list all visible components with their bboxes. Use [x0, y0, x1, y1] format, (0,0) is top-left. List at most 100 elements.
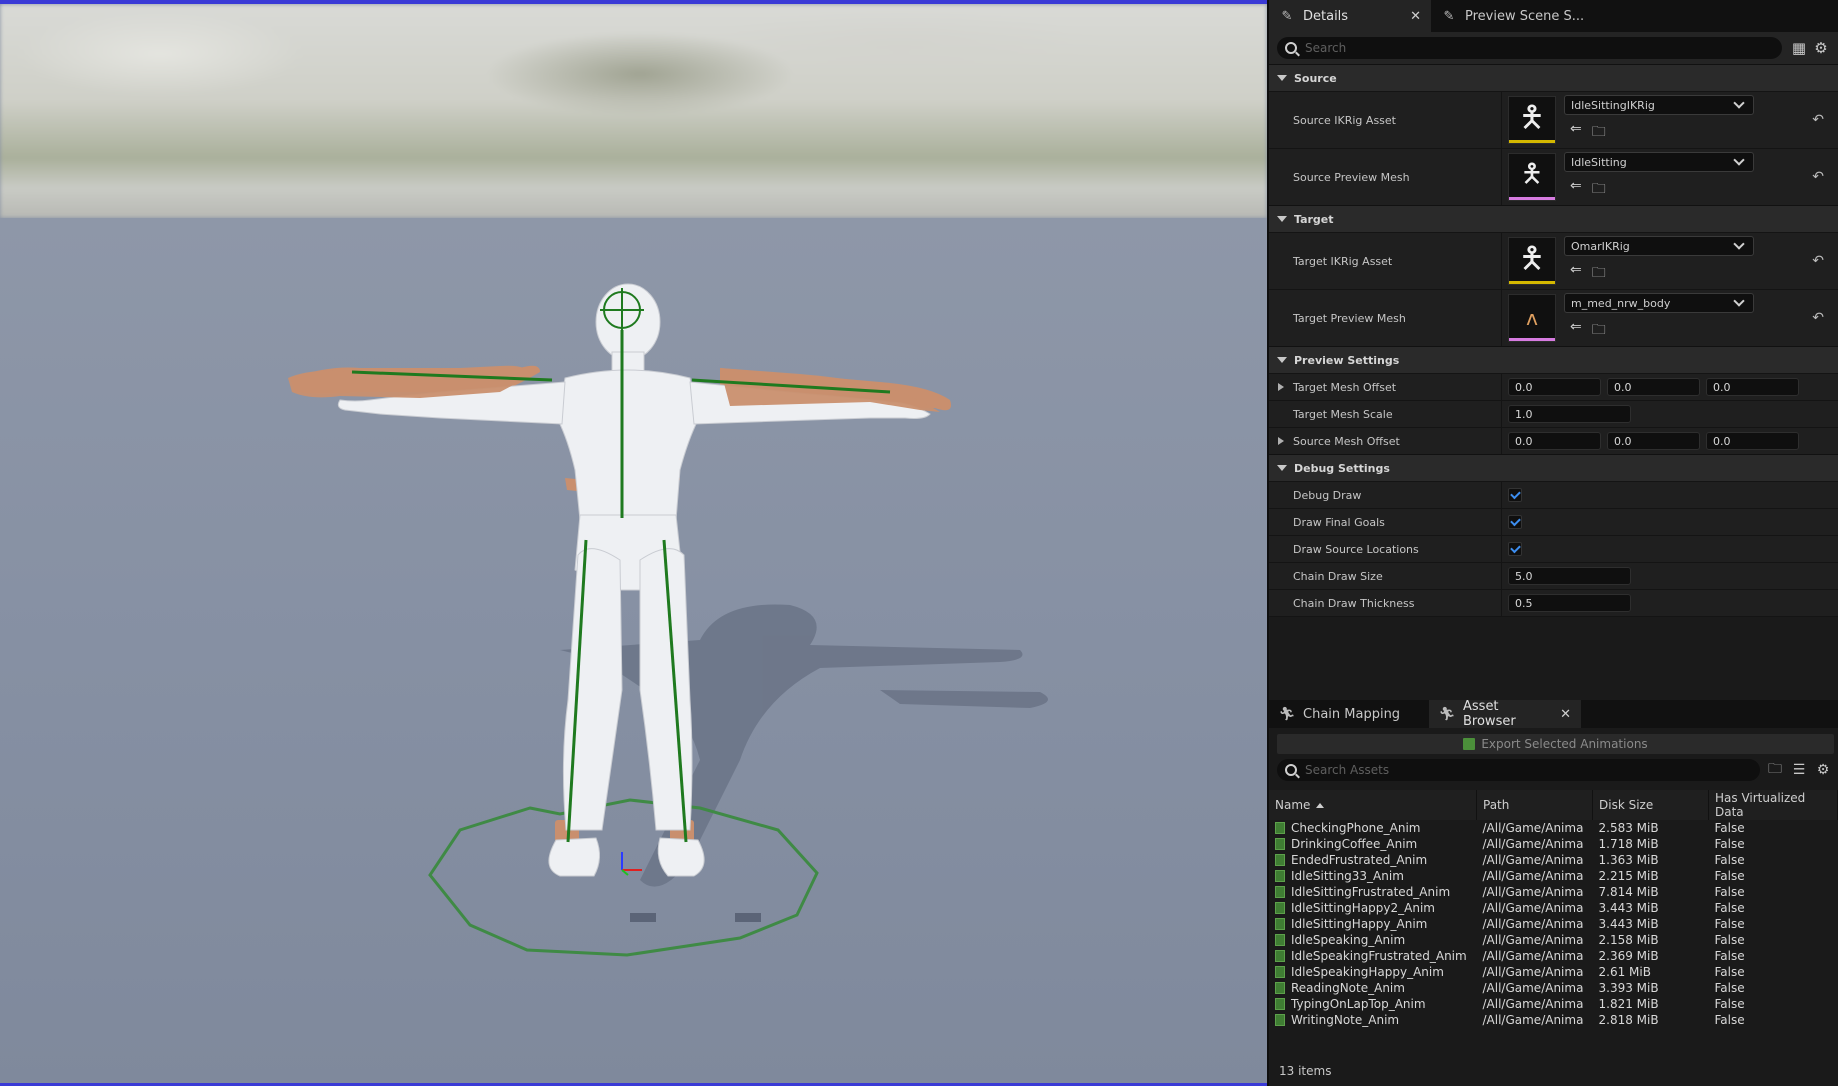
ikrig-thumbnail[interactable]: 🯅 — [1508, 237, 1556, 285]
asset-row[interactable]: IdleSittingHappy_Anim/All/Game/Anima 3.44… — [1269, 916, 1838, 932]
property-label-cell: Source Mesh Offset — [1269, 428, 1502, 454]
asset-row[interactable]: CheckingPhone_Anim/All/Game/Anima 2.583 M… — [1269, 820, 1838, 836]
property-label: Target Mesh Scale — [1269, 401, 1502, 427]
debug-draw-checkbox[interactable] — [1508, 488, 1522, 502]
asset-virtualized: False — [1714, 965, 1745, 979]
chevron-down-icon — [1733, 238, 1745, 250]
reset-to-default-icon[interactable]: ↶ — [1812, 112, 1824, 128]
scale-field[interactable]: 1.0 — [1508, 405, 1631, 423]
gear-icon[interactable]: ⚙ — [1812, 39, 1830, 57]
use-selected-icon[interactable]: ⇐ — [1570, 121, 1582, 145]
offset-y-field[interactable]: 0.0 — [1607, 432, 1700, 450]
browse-asset-icon[interactable]: 🗀 — [1592, 178, 1606, 202]
asset-row[interactable]: WritingNote_Anim/All/Game/Anima 2.818 MiB… — [1269, 1012, 1838, 1028]
offset-y-field[interactable]: 0.0 — [1607, 378, 1700, 396]
tab-chain-mapping[interactable]: 🏃︎ Chain Mapping — [1269, 700, 1429, 728]
section-target[interactable]: Target — [1269, 205, 1838, 232]
ikrig-thumbnail[interactable]: 🯅 — [1508, 96, 1556, 144]
asset-name: IdleSitting33_Anim — [1291, 869, 1404, 883]
offset-x-field[interactable]: 0.0 — [1508, 378, 1601, 396]
origin-axis-gizmo — [621, 852, 642, 876]
asset-virtualized: False — [1714, 821, 1745, 835]
chain-draw-thickness-field[interactable]: 0.5 — [1508, 594, 1631, 612]
animation-sequence-icon — [1275, 950, 1285, 962]
mesh-thumbnail[interactable]: ʌ — [1508, 294, 1556, 342]
mesh-thumbnail[interactable]: 🯅 — [1508, 153, 1556, 201]
browse-asset-icon[interactable]: 🗀 — [1592, 319, 1606, 343]
combo-value: IdleSitting — [1571, 155, 1627, 169]
section-preview-settings[interactable]: Preview Settings — [1269, 346, 1838, 373]
column-header-name[interactable]: Name — [1269, 790, 1477, 820]
asset-disk-size: 7.814 MiB — [1598, 885, 1659, 899]
offset-x-field[interactable]: 0.0 — [1508, 432, 1601, 450]
asset-path: /All/Game/Anima — [1482, 853, 1584, 867]
ikrig-figure-icon: 🯅 — [1518, 240, 1546, 276]
use-selected-icon[interactable]: ⇐ — [1570, 178, 1582, 202]
asset-row[interactable]: IdleSpeakingHappy_Anim/All/Game/Anima 2.6… — [1269, 964, 1838, 980]
asset-type-bar — [1509, 281, 1555, 284]
details-search-box[interactable] — [1277, 37, 1782, 59]
offset-z-field[interactable]: 0.0 — [1706, 432, 1799, 450]
table-view-icon[interactable]: ▦ — [1790, 39, 1808, 57]
close-icon[interactable]: ✕ — [1550, 707, 1571, 722]
asset-browser-tab-bar: 🏃︎ Chain Mapping 🏃︎ Asset Browser ✕ — [1269, 699, 1838, 729]
expand-arrow-icon[interactable] — [1278, 437, 1284, 445]
asset-path: /All/Game/Anima — [1482, 837, 1584, 851]
expand-arrow-icon[interactable] — [1278, 383, 1284, 391]
tab-asset-browser[interactable]: 🏃︎ Asset Browser ✕ — [1429, 699, 1581, 729]
asset-path: /All/Game/Anima — [1482, 917, 1584, 931]
animation-sequence-icon — [1275, 822, 1285, 834]
browse-asset-icon[interactable]: 🗀 — [1592, 262, 1606, 286]
property-label: Draw Source Locations — [1269, 536, 1502, 562]
right-panel: ✎ Details ✕ ✎ Preview Scene S... ▦ ⚙ Sou… — [1267, 0, 1838, 1086]
target-ikrig-combo[interactable]: OmarIKRig — [1564, 236, 1754, 256]
asset-search-row: 🗀 ☰ ⚙ — [1269, 754, 1838, 786]
asset-row[interactable]: IdleSpeakingFrustrated_Anim/All/Game/Ani… — [1269, 948, 1838, 964]
close-icon[interactable]: ✕ — [1400, 9, 1421, 24]
button-label: Export Selected Animations — [1481, 737, 1648, 751]
use-selected-icon[interactable]: ⇐ — [1570, 262, 1582, 286]
asset-search-input[interactable] — [1303, 762, 1760, 778]
collapse-arrow-icon — [1277, 75, 1287, 81]
offset-z-field[interactable]: 0.0 — [1706, 378, 1799, 396]
reset-to-default-icon[interactable]: ↶ — [1812, 169, 1824, 185]
gear-icon[interactable]: ⚙ — [1814, 761, 1832, 779]
filter-icon[interactable]: ☰ — [1790, 761, 1808, 779]
draw-final-goals-checkbox[interactable] — [1508, 515, 1522, 529]
property-label-cell: Target Mesh Offset — [1269, 374, 1502, 400]
reset-to-default-icon[interactable]: ↶ — [1812, 253, 1824, 269]
preview-viewport[interactable] — [0, 0, 1267, 1086]
asset-row[interactable]: DrinkingCoffee_Anim/All/Game/Anima 1.718 … — [1269, 836, 1838, 852]
source-mesh-combo[interactable]: IdleSitting — [1564, 152, 1754, 172]
target-mesh-combo[interactable]: m_med_nrw_body — [1564, 293, 1754, 313]
export-selected-animations-button[interactable]: Export Selected Animations — [1277, 734, 1834, 754]
asset-row[interactable]: TypingOnLapTop_Anim/All/Game/Anima 1.821 … — [1269, 996, 1838, 1012]
tab-details[interactable]: ✎ Details ✕ — [1269, 0, 1431, 32]
column-header-has-virtualized-data[interactable]: Has Virtualized Data — [1708, 790, 1838, 820]
tab-preview-scene-settings[interactable]: ✎ Preview Scene S... — [1431, 0, 1601, 32]
asset-row[interactable]: ReadingNote_Anim/All/Game/Anima 3.393 MiB… — [1269, 980, 1838, 996]
section-source[interactable]: Source — [1269, 64, 1838, 91]
browse-asset-icon[interactable]: 🗀 — [1592, 121, 1606, 145]
asset-row[interactable]: IdleSpeaking_Anim/All/Game/Anima 2.158 Mi… — [1269, 932, 1838, 948]
column-header-disk-size[interactable]: Disk Size — [1592, 790, 1709, 820]
chain-draw-size-field[interactable]: 5.0 — [1508, 567, 1631, 585]
asset-disk-size: 2.61 MiB — [1598, 965, 1651, 979]
folder-icon[interactable]: 🗀 — [1766, 761, 1784, 779]
asset-virtualized: False — [1714, 949, 1745, 963]
column-header-path[interactable]: Path — [1476, 790, 1593, 820]
details-search-input[interactable] — [1303, 40, 1782, 56]
asset-row[interactable]: IdleSittingHappy2_Anim/All/Game/Anima 3.4… — [1269, 900, 1838, 916]
animation-sequence-icon — [1275, 966, 1285, 978]
asset-row[interactable]: EndedFrustrated_Anim/All/Game/Anima 1.363… — [1269, 852, 1838, 868]
source-ikrig-combo[interactable]: IdleSittingIKRig — [1564, 95, 1754, 115]
draw-source-locations-checkbox[interactable] — [1508, 542, 1522, 556]
asset-table-header: Name Path Disk Size Has Virtualized Data — [1269, 790, 1838, 820]
section-debug-settings[interactable]: Debug Settings — [1269, 454, 1838, 481]
asset-row[interactable]: IdleSittingFrustrated_Anim/All/Game/Anim… — [1269, 884, 1838, 900]
asset-search-box[interactable] — [1277, 759, 1760, 781]
asset-disk-size: 3.393 MiB — [1598, 981, 1659, 995]
asset-row[interactable]: IdleSitting33_Anim/All/Game/Anima 2.215 M… — [1269, 868, 1838, 884]
reset-to-default-icon[interactable]: ↶ — [1812, 310, 1824, 326]
use-selected-icon[interactable]: ⇐ — [1570, 319, 1582, 343]
